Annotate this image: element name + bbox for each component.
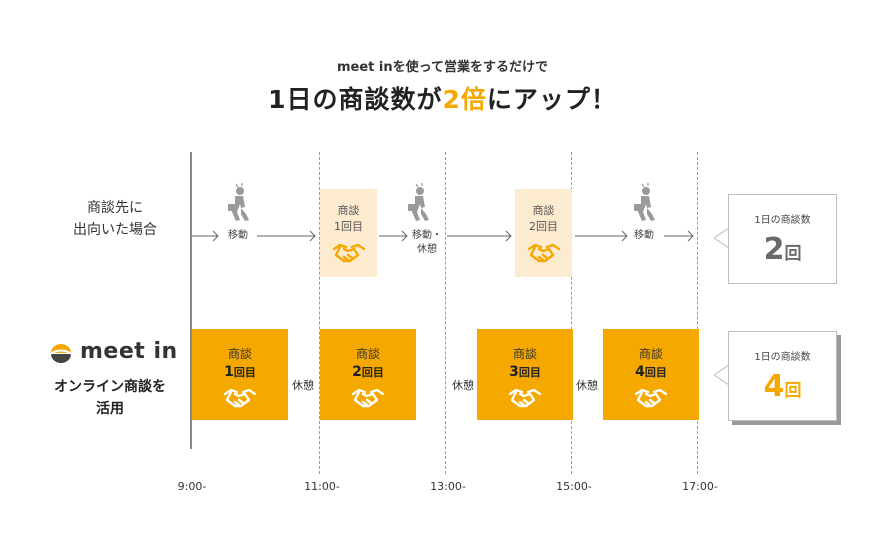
arrow-right-icon xyxy=(379,230,408,242)
callout-unit: 回 xyxy=(784,381,802,401)
walking-businessman-icon xyxy=(408,183,429,221)
time-tick-13: 13:00- xyxy=(430,480,466,493)
callout-number: 2回 xyxy=(729,232,836,267)
offline-total-callout: 1日の商談数 2回 xyxy=(728,194,837,284)
handshake-icon xyxy=(508,388,542,408)
meeting-count-num: 1 xyxy=(224,364,234,380)
online-meeting-2: 商談 2回目 xyxy=(320,329,416,420)
callout-number: 4回 xyxy=(729,369,836,404)
callout-caption: 1日の商談数 xyxy=(754,352,811,363)
meeting-title: 商談 xyxy=(355,347,380,361)
meeting-count-num: 4 xyxy=(635,364,645,380)
handshake-icon xyxy=(351,388,385,408)
online-total-callout: 1日の商談数 4回 xyxy=(728,331,837,421)
move-label: 移動 xyxy=(634,230,654,241)
walking-businessman-icon xyxy=(634,183,655,221)
guide-13 xyxy=(445,152,446,474)
guide-17 xyxy=(697,152,698,474)
headline-suffix: にアップ！ xyxy=(486,85,617,114)
online-meeting-1: 商談 1回目 xyxy=(192,329,288,420)
subtitle: meet inを使って営業をするだけで xyxy=(337,60,548,75)
meeting-count: 1回目 xyxy=(334,220,363,233)
meeting-count: 2回目 xyxy=(320,364,416,380)
arrow-right-icon xyxy=(257,230,316,242)
handshake-icon xyxy=(223,388,257,408)
meeting-count-unit: 回目 xyxy=(518,366,541,379)
meet-in-logo-icon xyxy=(49,344,73,363)
arrow-right-icon xyxy=(447,230,512,242)
meeting-count: 1回目 xyxy=(192,364,288,380)
time-tick-9: 9:00- xyxy=(177,480,207,493)
move-rest-label: 移動・ 休憩 xyxy=(410,229,444,257)
meeting-title: 商談 xyxy=(638,347,663,361)
meeting-title: 商談 xyxy=(512,347,537,361)
callout-number-value: 2 xyxy=(763,232,785,267)
headline-highlight: 2倍 xyxy=(442,85,487,114)
rest-label: 休憩 xyxy=(452,379,474,392)
meeting-title: 商談 xyxy=(337,204,360,217)
meeting-title: 商談 xyxy=(227,347,252,361)
move-rest-line2: 休憩 xyxy=(417,244,437,255)
meeting-count-num: 2 xyxy=(352,364,362,380)
move-rest-line1: 移動・ xyxy=(412,230,442,241)
arrow-right-icon xyxy=(664,230,694,242)
meeting-count: 2回目 xyxy=(529,220,558,233)
row-online-label: オンライン商談を 活用 xyxy=(40,376,180,420)
callout-pointer xyxy=(714,365,729,385)
meeting-count-unit: 回目 xyxy=(644,366,667,379)
meeting-title: 商談 xyxy=(532,204,555,217)
arrow-right-icon xyxy=(192,230,219,242)
row-offline-label-line2: 出向いた場合 xyxy=(73,222,157,238)
walking-businessman-icon xyxy=(228,183,249,221)
row-offline-label: 商談先に 出向いた場合 xyxy=(55,197,175,241)
handshake-icon xyxy=(527,243,560,263)
meeting-count: 3回目 xyxy=(477,364,573,380)
online-meeting-4: 商談 4回目 xyxy=(603,329,699,420)
row-online-label-line2: 活用 xyxy=(96,401,124,417)
meeting-count-unit: 回目 xyxy=(361,366,384,379)
meeting-count-num: 3 xyxy=(509,364,519,380)
headline-prefix: 1日の商談数が xyxy=(268,85,443,114)
callout-pointer xyxy=(714,228,729,248)
callout-unit: 回 xyxy=(784,244,802,264)
callout-number-value: 4 xyxy=(763,369,785,404)
offline-meeting-1: 商談 1回目 xyxy=(320,189,377,277)
time-tick-17: 17:00- xyxy=(682,480,718,493)
handshake-icon xyxy=(634,388,668,408)
meeting-count-unit: 回目 xyxy=(233,366,256,379)
page-title: 1日の商談数が2倍にアップ！ xyxy=(0,80,885,116)
time-tick-15: 15:00- xyxy=(556,480,592,493)
handshake-icon xyxy=(332,243,365,263)
meeting-count: 4回目 xyxy=(603,364,699,380)
offline-meeting-2: 商談 2回目 xyxy=(515,189,572,277)
arrow-right-icon xyxy=(575,230,628,242)
rest-label: 休憩 xyxy=(292,379,314,392)
row-offline-label-line1: 商談先に xyxy=(87,200,143,216)
brand-name: meet in xyxy=(80,339,178,364)
move-label: 移動 xyxy=(228,230,248,241)
time-tick-11: 11:00- xyxy=(304,480,340,493)
rest-label: 休憩 xyxy=(576,379,598,392)
callout-caption: 1日の商談数 xyxy=(754,215,811,226)
online-meeting-3: 商談 3回目 xyxy=(477,329,573,420)
row-online-label-line1: オンライン商談を xyxy=(54,379,166,395)
